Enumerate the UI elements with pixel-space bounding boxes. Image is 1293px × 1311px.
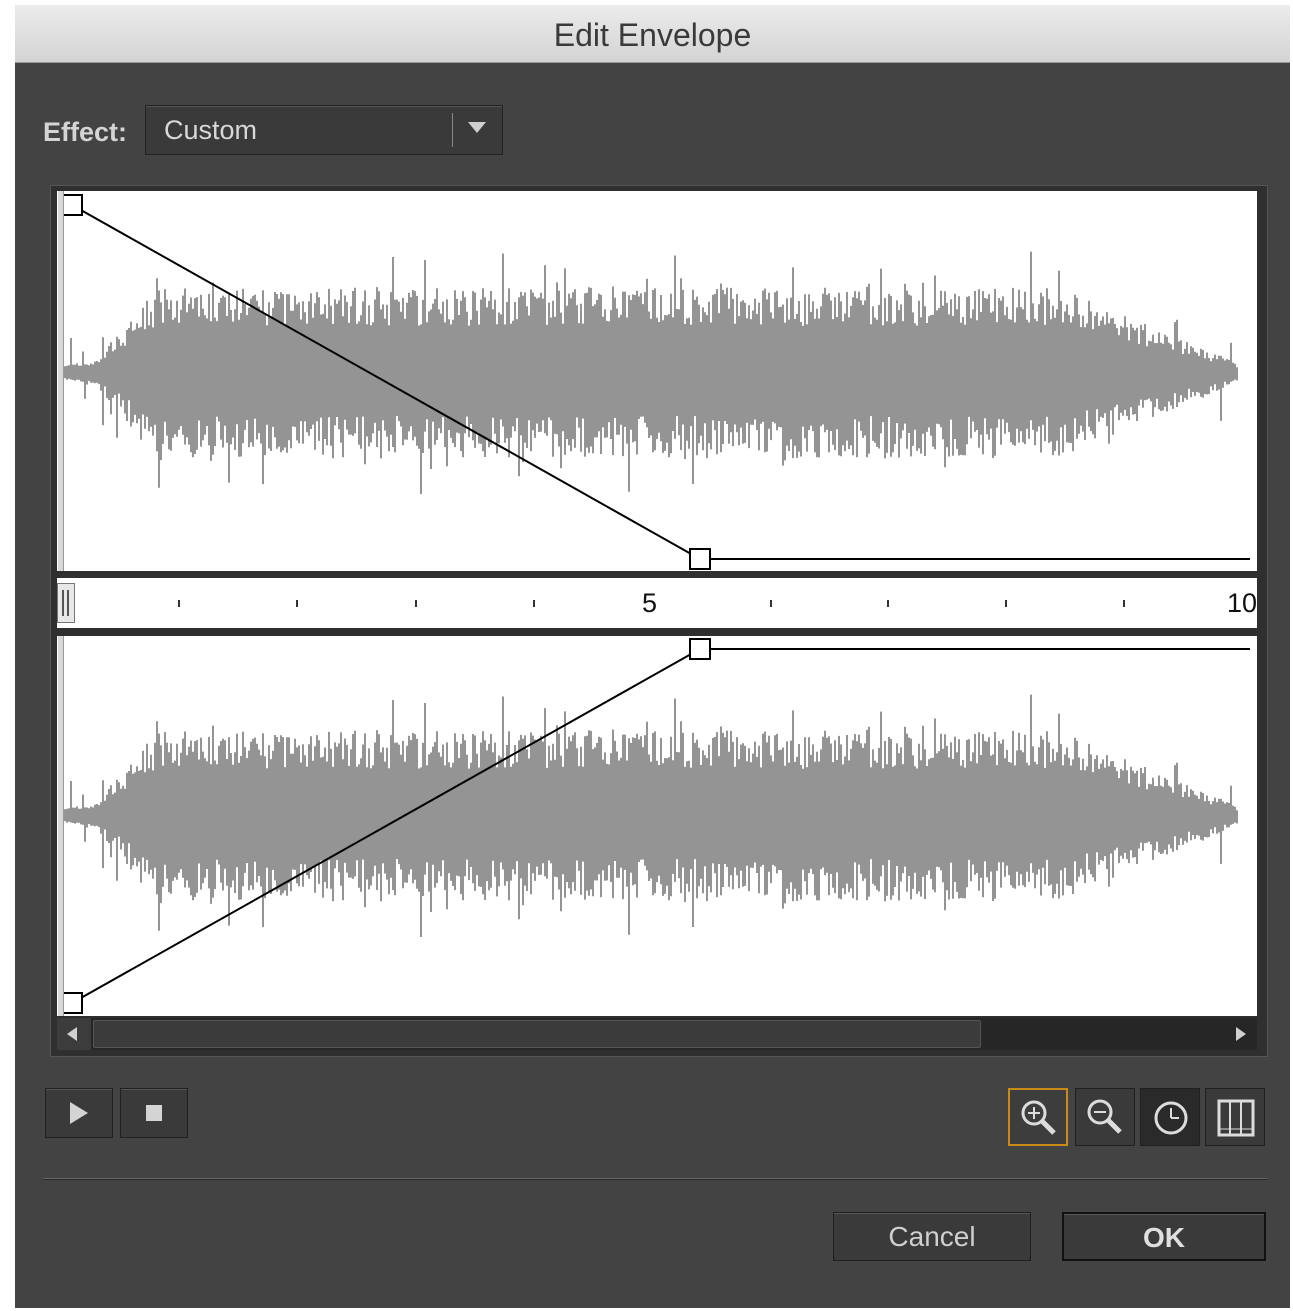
ruler-tick xyxy=(533,600,535,607)
chevron-down-icon[interactable] xyxy=(468,122,486,133)
envelope-editor: 5 10 xyxy=(50,185,1268,1057)
ruler-start-handle[interactable] xyxy=(57,583,75,623)
ruler-tick xyxy=(770,600,772,607)
frames-view-button[interactable] xyxy=(1205,1088,1265,1146)
title-bar[interactable]: Edit Envelope xyxy=(15,5,1290,63)
clock-icon xyxy=(1154,1101,1188,1135)
zoom-in-button[interactable] xyxy=(1008,1088,1068,1146)
ok-button[interactable]: OK xyxy=(1062,1212,1266,1261)
left-channel-waveform[interactable] xyxy=(57,191,1257,571)
play-button[interactable] xyxy=(45,1088,113,1138)
scroll-right-icon[interactable] xyxy=(1223,1018,1257,1050)
cancel-button[interactable]: Cancel xyxy=(833,1212,1031,1261)
right-channel-waveform[interactable] xyxy=(57,636,1257,1016)
frames-icon xyxy=(1217,1099,1255,1137)
playhead-line xyxy=(58,191,64,571)
stop-button[interactable] xyxy=(120,1088,188,1138)
zoom-in-icon xyxy=(1021,1100,1056,1135)
edit-envelope-dialog: Edit Envelope Effect: Custom 5 10 Cancel… xyxy=(15,5,1290,1308)
ruler-label-10: 10 xyxy=(1227,588,1257,618)
scroll-left-icon[interactable] xyxy=(57,1018,91,1050)
effect-label: Effect: xyxy=(43,117,128,147)
envelope-handle xyxy=(61,992,83,1014)
scroll-thumb[interactable] xyxy=(93,1020,981,1048)
ruler-tick xyxy=(887,600,889,607)
zoom-out-icon xyxy=(1087,1099,1122,1134)
dropdown-divider xyxy=(452,113,453,147)
playhead-line xyxy=(58,636,64,1016)
dialog-title: Edit Envelope xyxy=(553,17,752,53)
effect-selected-value: Custom xyxy=(164,115,258,145)
waveform-path xyxy=(62,251,1238,494)
zoom-out-button[interactable] xyxy=(1075,1088,1135,1146)
right-waveform-svg xyxy=(61,638,1250,1014)
envelope-handle xyxy=(689,638,711,660)
ruler-tick xyxy=(178,600,180,607)
envelope-handle xyxy=(61,194,83,216)
ruler-tick xyxy=(415,600,417,607)
left-waveform-svg xyxy=(61,194,1250,570)
ruler-tick xyxy=(1123,600,1125,607)
ruler-tick xyxy=(1005,600,1007,607)
ruler-label-5: 5 xyxy=(642,588,658,618)
time-ruler: 5 10 xyxy=(57,578,1257,628)
horizontal-scrollbar[interactable] xyxy=(57,1018,1257,1050)
ruler-tick xyxy=(296,600,298,607)
effect-dropdown[interactable]: Custom xyxy=(145,105,503,155)
waveform-path xyxy=(62,694,1238,937)
divider xyxy=(43,1178,1267,1179)
envelope-handle xyxy=(689,548,711,570)
seconds-view-button[interactable] xyxy=(1140,1088,1200,1146)
